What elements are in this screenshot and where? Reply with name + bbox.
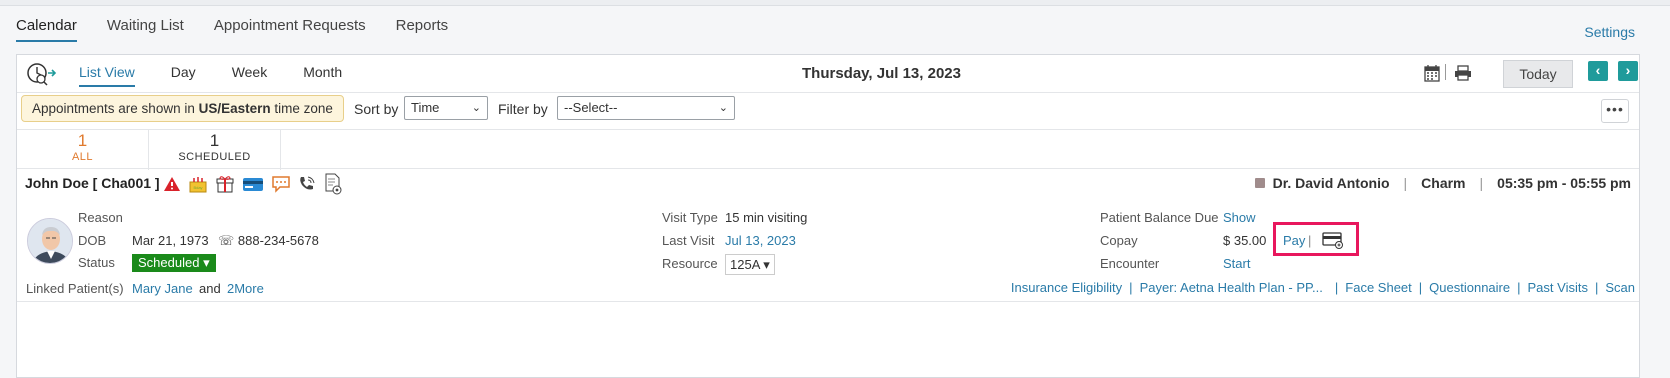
questionnaire-link[interactable]: Questionnaire: [1429, 280, 1510, 295]
current-date: Thursday, Jul 13, 2023: [802, 65, 961, 82]
tab-reports[interactable]: Reports: [396, 17, 449, 42]
phone-call-icon[interactable]: [298, 175, 316, 193]
face-sheet-link[interactable]: Face Sheet: [1345, 280, 1412, 295]
sort-by-select[interactable]: Time ⌄: [404, 96, 488, 120]
resource-label: Resource: [662, 256, 718, 271]
document-settings-icon[interactable]: [323, 173, 343, 195]
dob-value: Mar 21, 1973: [132, 233, 209, 248]
birthday-icon[interactable]: Bday: [188, 174, 208, 194]
filter-by-value: --Select--: [564, 100, 618, 115]
linked-more-link[interactable]: 2More: [227, 281, 264, 296]
row-divider: [17, 301, 1639, 302]
insurance-card-icon[interactable]: [242, 176, 264, 192]
calendar-toolbar: List View Day Week Month Thursday, Jul 1…: [17, 55, 1639, 93]
person-photo-icon: [28, 219, 72, 263]
timezone-prefix: Appointments are shown in: [32, 101, 195, 116]
encounter-label: Encounter: [1100, 256, 1160, 271]
patient-alert-icons: Bday: [163, 173, 343, 195]
phone-value: 888-234-5678: [237, 233, 319, 248]
phone-number: ☏ 888-234-5678: [218, 233, 319, 249]
sort-by-label: Sort by: [354, 101, 399, 117]
phone-icon: ☏: [218, 233, 235, 248]
visit-type-value: 15 min visiting: [725, 210, 808, 225]
status-label: Status: [78, 255, 115, 270]
resource-dropdown[interactable]: 125A ▾: [725, 254, 775, 275]
caret-down-icon: ▾: [203, 255, 210, 270]
view-switcher: List View Day Week Month: [79, 64, 378, 87]
show-balance-link[interactable]: Show: [1223, 210, 1256, 225]
status-counts: 1 ALL 1 SCHEDULED: [17, 129, 1639, 170]
linked-and-text: and: [199, 281, 221, 296]
view-month[interactable]: Month: [303, 64, 342, 87]
gift-box-icon[interactable]: [215, 174, 235, 194]
last-visit-link[interactable]: Jul 13, 2023: [725, 233, 796, 248]
linked-patient-link[interactable]: Mary Jane: [132, 281, 193, 296]
appointment-summary: Dr. David Antonio | Charm | 05:35 pm - 0…: [1254, 175, 1631, 191]
pay-divider: |: [1308, 233, 1312, 248]
sort-by-value: Time: [411, 100, 440, 115]
appointment-links: Insurance Eligibility | Payer: Aetna Hea…: [1010, 280, 1635, 295]
next-day-button[interactable]: ›: [1618, 61, 1638, 81]
provider-name: Dr. David Antonio: [1272, 175, 1390, 191]
filter-by-label: Filter by: [498, 101, 548, 117]
pay-link[interactable]: Pay: [1283, 233, 1305, 248]
top-navigation: Calendar Waiting List Appointment Reques…: [16, 17, 448, 42]
filter-bar: Appointments are shown in US/Eastern tim…: [17, 93, 1639, 129]
count-scheduled-label: SCHEDULED: [178, 151, 251, 163]
facility-name: Charm: [1421, 175, 1466, 191]
tab-calendar[interactable]: Calendar: [16, 17, 77, 42]
copay-value: $ 35.00: [1223, 233, 1267, 248]
settings-link[interactable]: Settings: [1584, 24, 1635, 40]
visit-type-label: Visit Type: [662, 210, 718, 225]
provider-color-swatch: [1254, 178, 1265, 188]
chat-message-icon[interactable]: [271, 175, 291, 193]
copay-label: Copay: [1100, 233, 1138, 248]
appointment-time: 05:35 pm - 05:55 pm: [1497, 175, 1631, 191]
scan-link[interactable]: Scan: [1605, 280, 1635, 295]
today-button[interactable]: Today: [1503, 60, 1573, 88]
top-border: [0, 0, 1670, 6]
filter-by-select[interactable]: --Select-- ⌄: [557, 96, 735, 120]
linked-patients-label: Linked Patient(s): [26, 281, 124, 296]
start-encounter-link[interactable]: Start: [1223, 256, 1250, 271]
resource-value: 125A: [730, 257, 760, 272]
count-all-label: ALL: [71, 151, 94, 163]
patient-balance-label: Patient Balance Due: [1100, 210, 1219, 225]
credit-card-payment-icon[interactable]: [1322, 231, 1344, 249]
tab-appointment-requests[interactable]: Appointment Requests: [214, 17, 366, 42]
timezone-suffix: time zone: [274, 101, 333, 116]
svg-text:Bday: Bday: [193, 185, 202, 190]
more-options-button[interactable]: •••: [1601, 99, 1629, 123]
calendar-panel: List View Day Week Month Thursday, Jul 1…: [16, 54, 1640, 378]
tab-waiting-list[interactable]: Waiting List: [107, 17, 184, 42]
patient-avatar[interactable]: [27, 218, 73, 264]
timezone-name: US/Eastern: [198, 101, 271, 116]
view-week[interactable]: Week: [232, 64, 268, 87]
count-all-number: 1: [77, 131, 88, 150]
payer-link[interactable]: Payer: Aetna Health Plan - PP...: [1140, 280, 1323, 295]
view-list[interactable]: List View: [79, 64, 135, 87]
count-scheduled[interactable]: 1 SCHEDULED: [149, 130, 281, 170]
clock-search-icon[interactable]: [25, 61, 57, 87]
last-visit-label: Last Visit: [662, 233, 715, 248]
chevron-down-icon: ⌄: [471, 102, 481, 114]
count-all[interactable]: 1 ALL: [17, 130, 149, 170]
past-visits-link[interactable]: Past Visits: [1528, 280, 1588, 295]
caret-down-icon: ▾: [763, 257, 770, 272]
timezone-notice: Appointments are shown in US/Eastern tim…: [21, 95, 344, 122]
chevron-down-icon: ⌄: [718, 102, 728, 114]
count-scheduled-number: 1: [209, 131, 220, 150]
patient-name[interactable]: John Doe [ Cha001 ]: [25, 175, 160, 191]
view-day[interactable]: Day: [171, 64, 196, 87]
toolbar-divider: [1445, 64, 1446, 80]
warning-icon[interactable]: [163, 176, 181, 192]
status-dropdown[interactable]: Scheduled ▾: [132, 254, 216, 272]
dob-label: DOB: [78, 233, 107, 248]
reason-label: Reason: [78, 210, 123, 225]
print-icon[interactable]: [1454, 65, 1472, 81]
previous-day-button[interactable]: ‹: [1588, 61, 1608, 81]
insurance-eligibility-link[interactable]: Insurance Eligibility: [1011, 280, 1122, 295]
calendar-icon[interactable]: [1424, 64, 1440, 82]
status-value: Scheduled: [138, 255, 200, 270]
